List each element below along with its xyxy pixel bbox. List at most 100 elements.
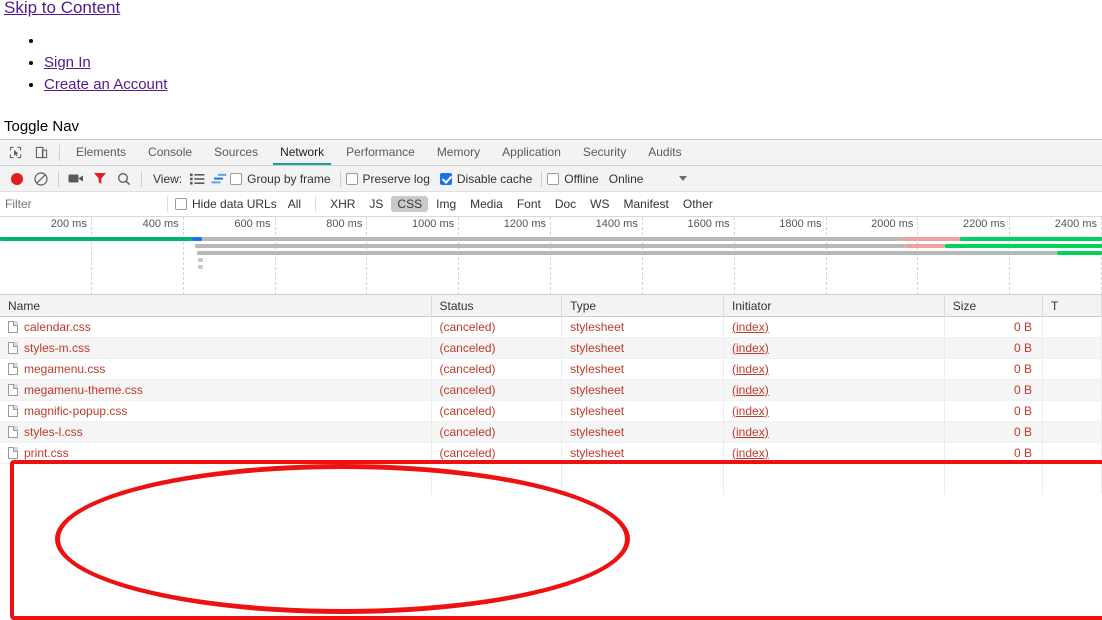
throttling-value[interactable]: Online <box>609 172 644 186</box>
tab-application[interactable]: Application <box>491 140 572 165</box>
list-view-icon <box>189 173 205 184</box>
sign-in-link[interactable]: Sign In <box>44 54 91 71</box>
column-header-status[interactable]: Status <box>432 295 563 317</box>
initiator-link[interactable]: (index) <box>732 383 769 397</box>
inspect-element-icon[interactable] <box>2 141 28 165</box>
tab-performance[interactable]: Performance <box>335 140 426 165</box>
filter-type-doc[interactable]: Doc <box>549 196 582 212</box>
table-row[interactable]: megamenu-theme.css (canceled) stylesheet (i… <box>0 379 1102 401</box>
capture-screenshots-button[interactable] <box>64 167 88 191</box>
tab-security[interactable]: Security <box>572 140 637 165</box>
filter-type-font[interactable]: Font <box>511 196 547 212</box>
tab-audits[interactable]: Audits <box>637 140 692 165</box>
stylesheet-file-icon <box>8 426 18 438</box>
view-label: View: <box>153 171 183 186</box>
tab-console[interactable]: Console <box>137 140 203 165</box>
table-row[interactable]: print.css (canceled) stylesheet (index) 0 B <box>0 442 1102 464</box>
filter-input[interactable] <box>0 192 160 216</box>
device-toolbar-icon[interactable] <box>28 141 54 165</box>
checkbox-box <box>230 172 243 185</box>
camera-icon <box>68 174 83 183</box>
cell-type: stylesheet <box>562 358 725 380</box>
cell-size: 0 B <box>945 316 1044 338</box>
initiator-link[interactable]: (index) <box>732 425 769 439</box>
list-item: Create an Account <box>44 74 167 96</box>
filter-type-ws[interactable]: WS <box>584 196 615 212</box>
initiator-link[interactable]: (index) <box>732 404 769 418</box>
table-row[interactable]: calendar.css (canceled) stylesheet (index) 0… <box>0 316 1102 338</box>
cell-status: (canceled) <box>432 337 563 359</box>
cell-initiator: (index) <box>724 379 945 401</box>
table-row[interactable]: magnific-popup.css (canceled) stylesheet (i… <box>0 400 1102 422</box>
filter-type-css[interactable]: CSS <box>391 196 429 212</box>
cell-name[interactable]: megamenu.css <box>0 358 432 380</box>
tab-memory[interactable]: Memory <box>426 140 491 165</box>
filler-cell <box>562 485 725 494</box>
preserve-log-checkbox[interactable]: Preserve log <box>345 171 430 186</box>
waterfall-view-button[interactable] <box>208 168 230 190</box>
hide-data-urls-checkbox[interactable]: Hide data URLs <box>175 197 277 211</box>
filter-type-manifest[interactable]: Manifest <box>618 196 675 212</box>
column-header-type[interactable]: Type <box>562 295 725 317</box>
cell-name[interactable]: magnific-popup.css <box>0 400 432 422</box>
filter-button[interactable] <box>88 167 112 191</box>
filter-type-all[interactable]: All <box>282 196 307 212</box>
overview-bar <box>195 244 905 248</box>
create-account-link[interactable]: Create an Account <box>44 76 167 93</box>
filter-type-xhr[interactable]: XHR <box>324 196 361 212</box>
cell-name[interactable]: megamenu-theme.css <box>0 379 432 401</box>
waterfall-view-icon <box>211 173 227 183</box>
tab-network[interactable]: Network <box>269 140 335 165</box>
record-button[interactable] <box>5 167 29 191</box>
column-header-size[interactable]: Size <box>945 295 1043 317</box>
initiator-link[interactable]: (index) <box>732 446 769 460</box>
overview-bar <box>197 251 1057 255</box>
stylesheet-file-icon <box>8 321 18 333</box>
offline-checkbox[interactable]: Offline <box>547 172 599 186</box>
overview-bar <box>905 244 945 248</box>
table-row[interactable]: styles-l.css (canceled) stylesheet (index) 0… <box>0 421 1102 443</box>
overview-bar <box>902 237 960 241</box>
network-overview[interactable]: 200 ms 400 ms 600 ms 800 ms 1000 ms 1200 ms 14… <box>0 217 1102 295</box>
funnel-icon <box>94 173 106 184</box>
request-name-label: print.css <box>24 445 69 460</box>
cell-initiator: (index) <box>724 316 945 338</box>
filler-cell <box>1043 464 1102 485</box>
group-by-frame-checkbox[interactable]: Group by frame <box>230 172 331 186</box>
toolbar-divider <box>141 170 142 187</box>
checkbox-box <box>345 172 358 185</box>
chevron-down-icon[interactable] <box>679 176 688 181</box>
overview-bar <box>202 237 902 241</box>
cell-name[interactable]: styles-l.css <box>0 421 432 443</box>
search-button[interactable] <box>112 167 136 191</box>
list-item: Sign In <box>44 52 167 74</box>
filler-cell <box>945 464 1043 485</box>
filter-type-media[interactable]: Media <box>464 196 509 212</box>
skip-to-content-link[interactable]: Skip to Content <box>4 0 120 18</box>
column-header-time[interactable]: T <box>1043 295 1102 317</box>
cell-name[interactable]: styles-m.css <box>0 337 432 359</box>
tab-sources[interactable]: Sources <box>203 140 269 165</box>
filter-type-img[interactable]: Img <box>430 196 462 212</box>
table-row[interactable]: styles-m.css (canceled) stylesheet (index) 0… <box>0 337 1102 359</box>
initiator-link[interactable]: (index) <box>732 362 769 376</box>
table-row[interactable]: megamenu.css (canceled) stylesheet (index) 0… <box>0 358 1102 380</box>
initiator-link[interactable]: (index) <box>732 341 769 355</box>
column-header-name[interactable]: Name <box>0 295 432 317</box>
cell-initiator: (index) <box>724 442 945 464</box>
filter-type-js[interactable]: JS <box>363 196 389 212</box>
toggle-nav-label[interactable]: Toggle Nav <box>4 118 79 135</box>
initiator-link[interactable]: (index) <box>732 320 769 334</box>
cell-name[interactable]: print.css <box>0 442 432 464</box>
cell-time <box>1043 442 1102 464</box>
column-header-initiator[interactable]: Initiator <box>724 295 945 317</box>
preserve-log-label: Preserve log <box>362 171 430 186</box>
list-view-button[interactable] <box>186 168 208 190</box>
tab-elements[interactable]: Elements <box>65 140 137 165</box>
cell-name[interactable]: calendar.css <box>0 316 432 338</box>
clear-button[interactable] <box>29 167 53 191</box>
stylesheet-file-icon <box>8 447 18 459</box>
cell-type: stylesheet <box>562 400 725 422</box>
disable-cache-checkbox[interactable]: Disable cache <box>439 172 532 186</box>
filter-type-other[interactable]: Other <box>677 196 719 212</box>
